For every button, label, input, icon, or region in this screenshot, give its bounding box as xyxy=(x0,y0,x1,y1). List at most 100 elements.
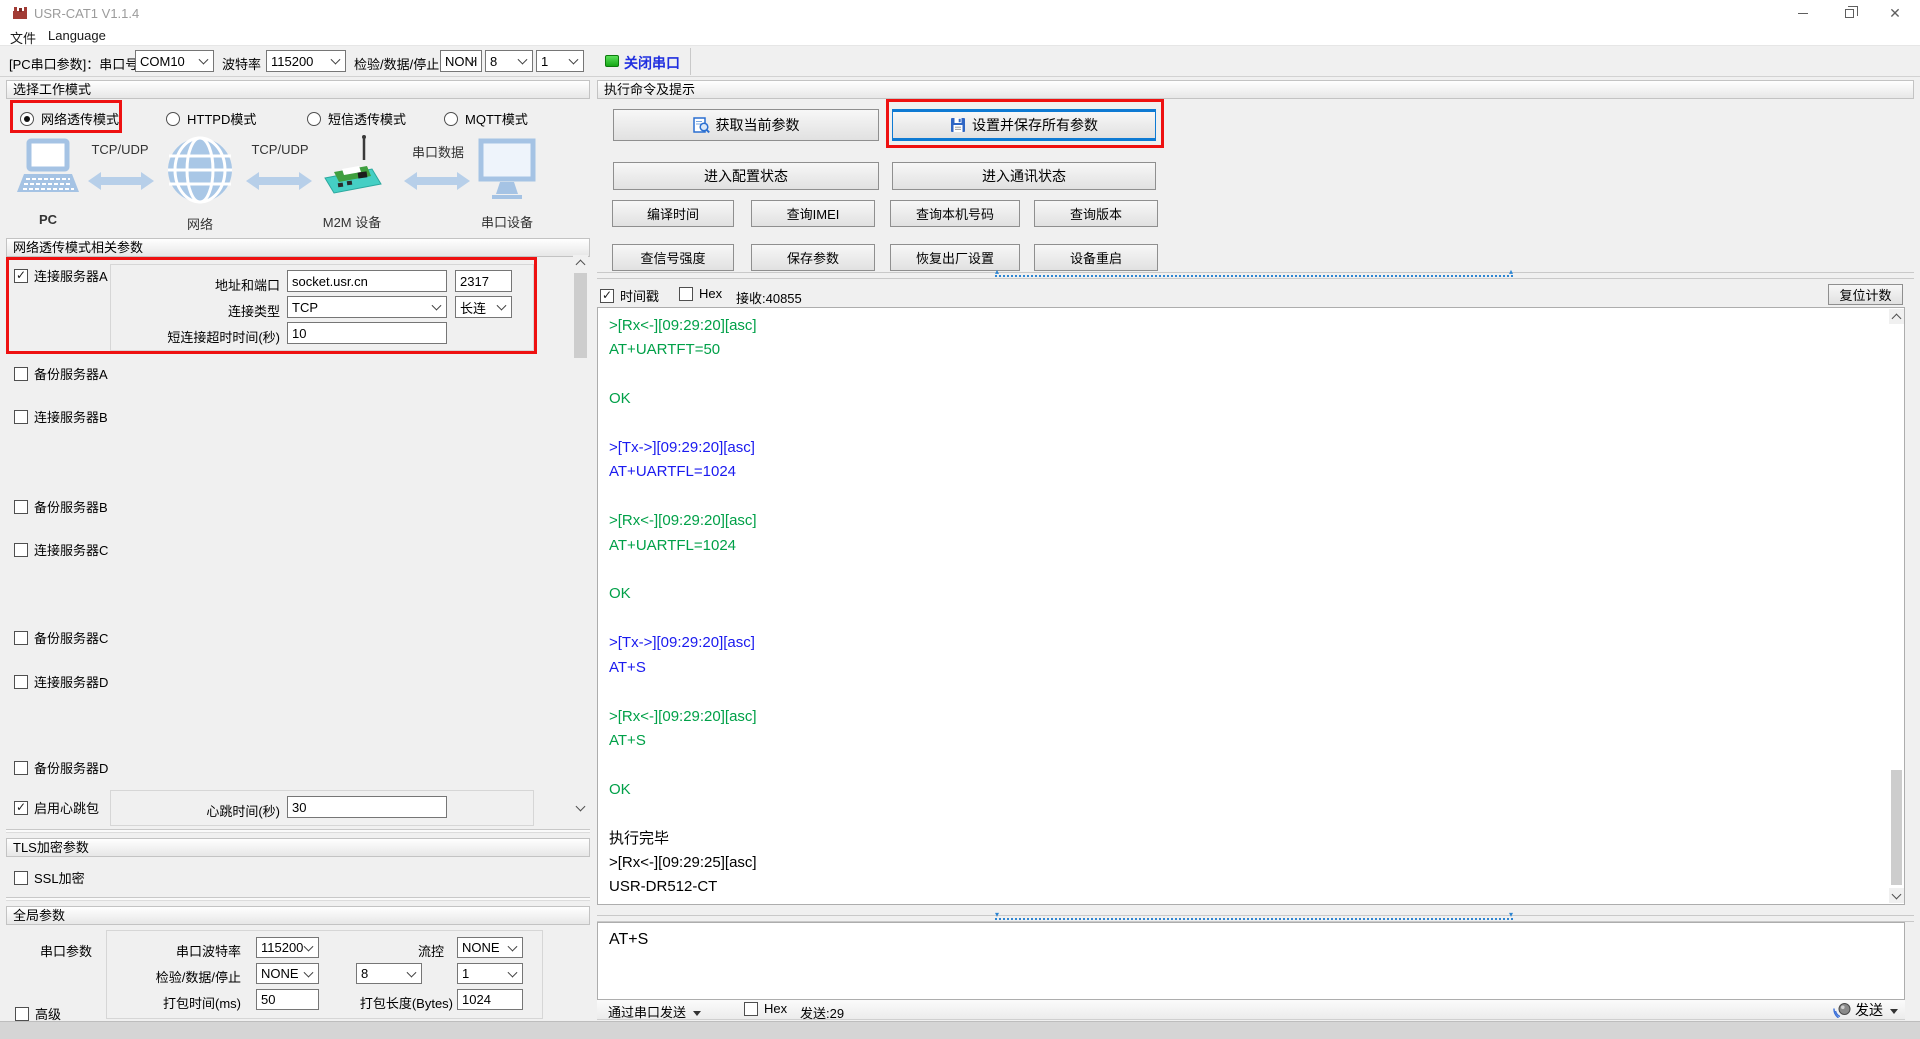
checkbox-label: 连接服务器D xyxy=(34,672,108,691)
cmd-button-1-0[interactable]: 查信号强度 xyxy=(612,244,734,271)
enter-comm-button[interactable]: 进入通讯状态 xyxy=(892,162,1156,190)
checkbox-server-3[interactable]: 连接服务器C xyxy=(14,540,108,559)
conn-type-select[interactable]: TCP xyxy=(287,296,447,318)
g-parity-select[interactable]: NONE xyxy=(256,963,319,984)
g-baud-label: 串口波特率 xyxy=(116,941,241,960)
section-divider xyxy=(6,897,590,901)
close-button[interactable]: ✕ xyxy=(1872,0,1918,26)
log-scroll-up-icon[interactable] xyxy=(1889,309,1904,324)
splitter-handle[interactable]: ▴▴ xyxy=(995,275,1513,285)
send-button-label: 发送 xyxy=(1855,1002,1883,1018)
button-label: 保存参数 xyxy=(787,248,839,267)
radio-mqtt-mode[interactable]: MQTT模式 xyxy=(444,109,528,128)
g-stopbits-select[interactable]: 1 xyxy=(457,963,523,984)
short-conn-timeout-input[interactable]: 10 xyxy=(287,322,447,344)
com-port-select[interactable]: COM10 xyxy=(135,50,214,72)
set-save-params-button[interactable]: 设置并保存所有参数 xyxy=(892,109,1156,141)
checkbox-server-6[interactable]: 备份服务器D xyxy=(14,758,108,777)
checkbox-server-2[interactable]: 备份服务器B xyxy=(14,497,108,516)
checkbox-box xyxy=(744,1002,758,1016)
sent-counter: 发送:29 xyxy=(800,1003,844,1022)
cmd-button-1-1[interactable]: 保存参数 xyxy=(751,244,875,271)
button-label: 复位计数 xyxy=(1839,285,1891,304)
scroll-up-arrow-icon[interactable] xyxy=(573,255,588,270)
cmd-button-1-2[interactable]: 恢复出厂设置 xyxy=(890,244,1020,271)
parity-select[interactable]: NONI xyxy=(440,50,482,72)
send-input-area[interactable]: AT+S xyxy=(597,922,1905,1000)
pack-len-label: 打包长度(Bytes) xyxy=(340,993,453,1012)
get-params-button[interactable]: 获取当前参数 xyxy=(613,109,879,141)
cmd-button-0-1[interactable]: 查询IMEI xyxy=(751,200,875,227)
log-line: >[Tx->][09:29:20][asc] xyxy=(609,631,1884,655)
arrow-icon xyxy=(246,170,312,192)
g-baud-select[interactable]: 115200 xyxy=(256,937,319,958)
pack-time-label: 打包时间(ms) xyxy=(116,993,241,1012)
radio-net-transparent-mode[interactable]: 网络透传模式 xyxy=(20,109,119,128)
pack-time-input[interactable]: 50 xyxy=(256,989,319,1010)
checkbox-server-4[interactable]: 备份服务器C xyxy=(14,628,108,647)
checkbox-label: SSL加密 xyxy=(34,868,85,887)
checkbox-connect-server-a[interactable]: 连接服务器A xyxy=(14,266,108,285)
log-scroll-down-icon[interactable] xyxy=(1889,888,1904,903)
log-lines: >[Rx<-][09:29:20][asc]AT+UARTFT=50 OK >[… xyxy=(609,314,1884,900)
link-label-tcp-udp-2: TCP/UDP xyxy=(245,142,315,157)
cmd-button-0-0[interactable]: 编译时间 xyxy=(612,200,734,227)
checkbox-send-hex[interactable]: Hex xyxy=(744,1001,787,1016)
checkbox-enable-heartbeat[interactable]: 启用心跳包 xyxy=(14,798,99,817)
baud-select[interactable]: 115200 xyxy=(266,50,346,72)
server-a-address-input[interactable]: socket.usr.cn xyxy=(287,270,447,292)
checkbox-server-5[interactable]: 连接服务器D xyxy=(14,672,108,691)
log-area[interactable]: >[Rx<-][09:29:20][asc]AT+UARTFT=50 OK >[… xyxy=(597,307,1905,905)
log-line: >[Rx<-][09:29:25][asc] xyxy=(609,851,1884,875)
checkbox-timestamp[interactable]: 时间戳 xyxy=(600,286,659,305)
horizontal-splitter[interactable]: ▾▾ xyxy=(597,915,1914,922)
cmd-button-0-2[interactable]: 查询本机号码 xyxy=(890,200,1020,227)
log-line: >[Rx<-][09:29:20][asc] xyxy=(609,705,1884,729)
arrow-icon xyxy=(404,170,470,192)
radio-dot xyxy=(166,112,180,126)
send-via-serial-dropdown[interactable]: 通过串口发送 xyxy=(608,1002,701,1021)
heartbeat-time-input[interactable]: 30 xyxy=(287,796,447,818)
search-doc-icon xyxy=(693,117,710,134)
g-databits-select[interactable]: 8 xyxy=(356,963,422,984)
scrollbar-thumb[interactable] xyxy=(574,273,587,358)
server-a-port-input[interactable]: 2317 xyxy=(455,270,512,292)
checkbox-log-hex[interactable]: Hex xyxy=(679,286,722,301)
radio-httpd-mode[interactable]: HTTPD模式 xyxy=(166,109,256,128)
checkbox-label: 时间戳 xyxy=(620,286,659,305)
pack-len-input[interactable]: 1024 xyxy=(457,989,523,1010)
databits-select[interactable]: 8 xyxy=(485,50,533,72)
checkbox-label: 启用心跳包 xyxy=(34,798,99,817)
send-button[interactable]: 发送 xyxy=(1833,1000,1898,1020)
horizontal-splitter[interactable]: ▴▴ xyxy=(597,272,1914,279)
flow-control-select[interactable]: NONE xyxy=(457,937,523,958)
node-label-network: 网络 xyxy=(170,214,230,233)
checkbox-server-1[interactable]: 连接服务器B xyxy=(14,407,108,426)
reset-counter-button[interactable]: 复位计数 xyxy=(1828,284,1903,305)
button-label: 查询本机号码 xyxy=(916,204,994,223)
log-line: OK xyxy=(609,387,1884,411)
radio-label: 网络透传模式 xyxy=(41,109,119,128)
log-scrollbar-thumb[interactable] xyxy=(1891,770,1902,885)
window-title: USR-CAT1 V1.1.4 xyxy=(34,6,139,21)
close-port-button[interactable]: 关闭串口 xyxy=(624,53,680,73)
menu-file[interactable]: 文件 xyxy=(10,28,36,47)
cmd-button-1-3[interactable]: 设备重启 xyxy=(1034,244,1158,271)
button-label: 获取当前参数 xyxy=(716,115,800,135)
checkbox-server-0[interactable]: 备份服务器A xyxy=(14,364,108,383)
menu-language[interactable]: Language xyxy=(48,28,106,43)
checkbox-ssl[interactable]: SSL加密 xyxy=(14,868,85,887)
checkbox-box xyxy=(14,871,28,885)
cmd-button-0-3[interactable]: 查询版本 xyxy=(1034,200,1158,227)
radio-dot xyxy=(307,112,321,126)
scroll-down-arrow-icon[interactable] xyxy=(573,800,588,815)
radio-sms-mode[interactable]: 短信透传模式 xyxy=(307,109,406,128)
enter-config-button[interactable]: 进入配置状态 xyxy=(613,162,879,190)
flow-control-label: 流控 xyxy=(380,941,444,960)
minimize-button[interactable] xyxy=(1780,0,1826,26)
conn-mode-select[interactable]: 长连 xyxy=(455,296,512,318)
stopbits-select[interactable]: 1 xyxy=(536,50,584,72)
log-line xyxy=(609,753,1884,777)
commands-header: 执行命令及提示 xyxy=(597,80,1914,99)
restore-button[interactable] xyxy=(1826,0,1872,26)
